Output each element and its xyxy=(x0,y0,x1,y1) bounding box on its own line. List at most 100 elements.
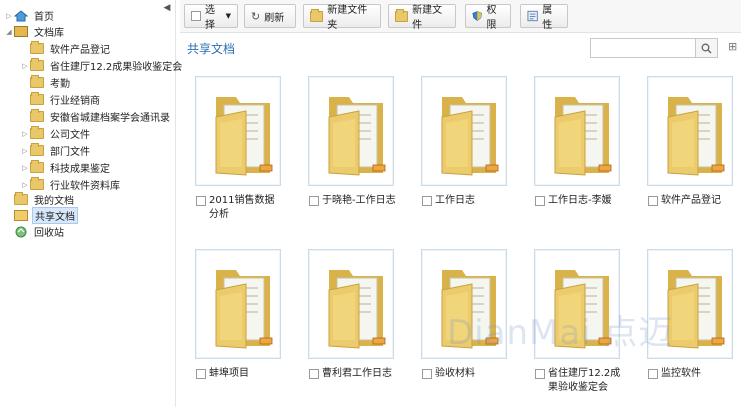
sidebar-item-home[interactable]: ▷ 首页 xyxy=(4,7,56,24)
folder-icon xyxy=(30,41,44,54)
sidebar-item-library[interactable]: ◢ 文档库 xyxy=(4,23,66,40)
file-tile[interactable]: 蚌埠项目 xyxy=(195,249,283,381)
sidebar-item-folder[interactable]: ▷ 省住建厅12.2成果验收鉴定会 xyxy=(20,57,184,74)
expand-arrow-icon[interactable]: ▷ xyxy=(4,12,14,20)
folder-icon xyxy=(30,109,44,122)
file-tile[interactable]: 工作日志-李媛 xyxy=(534,76,622,208)
folder-thumbnail[interactable] xyxy=(308,249,394,359)
sidebar-item-label: 首页 xyxy=(34,12,54,23)
new-folder-button[interactable]: 新建文件夹 xyxy=(303,4,381,31)
file-tile[interactable]: 于晓艳-工作日志 xyxy=(308,76,396,208)
sidebar-item-label: 科技成果鉴定 xyxy=(50,164,110,175)
refresh-icon: ↻ xyxy=(251,9,261,23)
sidebar-item-label: 考勤 xyxy=(50,79,70,90)
folder-icon xyxy=(30,75,44,88)
sidebar-item-label: 软件产品登记 xyxy=(50,45,110,56)
watermark: DianMai 点迈 xyxy=(447,313,674,353)
expand-arrow-icon[interactable]: ▷ xyxy=(20,164,30,172)
sidebar-item-folder[interactable]: ▷ 部门文件 xyxy=(20,142,92,159)
collapse-arrow-icon[interactable]: ◢ xyxy=(4,28,14,36)
sidebar-item-shared-docs[interactable]: 共享文档 xyxy=(14,207,78,224)
properties-icon xyxy=(527,10,538,22)
file-checkbox[interactable] xyxy=(648,196,658,206)
file-checkbox[interactable] xyxy=(422,196,432,206)
file-checkbox[interactable] xyxy=(196,369,206,379)
folder-thumbnail[interactable] xyxy=(195,249,281,359)
caret-down-icon: ▼ xyxy=(225,12,231,20)
sidebar-item-label: 行业软件资料库 xyxy=(50,181,120,192)
checkbox-icon xyxy=(191,11,201,21)
file-checkbox[interactable] xyxy=(309,369,319,379)
file-name: 于晓艳-工作日志 xyxy=(322,195,396,206)
file-tile[interactable]: 软件产品登记 xyxy=(647,76,735,208)
search-icon[interactable] xyxy=(695,39,717,57)
page-title: 共享文档 xyxy=(187,42,236,56)
sidebar-item-my-docs[interactable]: 我的文档 xyxy=(14,191,76,208)
folder-icon xyxy=(30,92,44,105)
sidebar-item-folder[interactable]: 行业经销商 xyxy=(20,91,102,108)
sidebar-item-folder[interactable]: 考勤 xyxy=(20,74,72,91)
file-tile[interactable]: 2011销售数据分析 xyxy=(195,76,283,222)
sidebar-item-folder[interactable]: 安徽省城建档案学会通讯录 xyxy=(20,108,172,125)
new-file-icon xyxy=(395,8,409,22)
new-file-label: 新建文件 xyxy=(412,5,443,31)
file-name: 曹利君工作日志 xyxy=(322,368,392,379)
home-icon xyxy=(14,9,28,21)
expand-arrow-icon[interactable]: ▷ xyxy=(20,62,30,70)
expand-arrow-icon[interactable]: ▷ xyxy=(20,147,30,155)
chevron-left-icon[interactable]: ◀ xyxy=(158,0,176,16)
sidebar-item-folder[interactable]: ▷ 科技成果鉴定 xyxy=(20,159,112,176)
folder-large-icon xyxy=(441,97,499,176)
sidebar-item-folder[interactable]: ▷ 公司文件 xyxy=(20,125,92,142)
file-name: 软件产品登记 xyxy=(661,195,721,206)
shield-icon xyxy=(472,11,483,21)
file-checkbox[interactable] xyxy=(648,369,658,379)
folder-icon xyxy=(30,160,44,173)
folder-large-icon xyxy=(328,97,386,176)
file-checkbox[interactable] xyxy=(535,369,545,379)
sidebar-item-recycle[interactable]: 回收站 xyxy=(14,223,66,240)
sidebar-item-label: 我的文档 xyxy=(34,196,74,207)
permission-label: 权限 xyxy=(486,5,497,31)
sidebar: ◀ ▷ 首页 ◢ 文档库 软件产品登记 ▷ 省住建厅12.2成果验收鉴定会 考勤… xyxy=(0,0,182,407)
file-name: 工作日志 xyxy=(435,195,475,206)
refresh-label: 刷新 xyxy=(264,12,285,24)
grid-view-icon[interactable]: ⊞ xyxy=(728,40,737,53)
folder-thumbnail[interactable] xyxy=(195,76,281,186)
expand-arrow-icon[interactable]: ▷ xyxy=(20,130,30,138)
shared-docs-icon xyxy=(14,210,28,221)
folder-icon xyxy=(30,58,44,71)
search-input[interactable] xyxy=(591,39,695,57)
my-docs-icon xyxy=(14,192,28,205)
properties-button[interactable]: 属性 xyxy=(520,4,568,31)
properties-label: 属性 xyxy=(542,5,553,31)
app-window: ◀ ▷ 首页 ◢ 文档库 软件产品登记 ▷ 省住建厅12.2成果验收鉴定会 考勤… xyxy=(0,0,741,407)
folder-large-icon xyxy=(667,97,725,176)
file-name: 工作日志-李媛 xyxy=(548,195,612,206)
refresh-button[interactable]: ↻ 刷新 xyxy=(244,4,296,28)
file-checkbox[interactable] xyxy=(535,196,545,206)
file-tile[interactable]: 工作日志 xyxy=(421,76,509,208)
folder-large-icon xyxy=(554,97,612,176)
file-name: 省住建厅12.2成果验收鉴定会 xyxy=(548,368,621,393)
file-checkbox[interactable] xyxy=(309,196,319,206)
folder-large-icon xyxy=(215,270,273,349)
new-file-button[interactable]: 新建文件 xyxy=(388,4,456,31)
file-checkbox[interactable] xyxy=(422,369,432,379)
sidebar-item-label: 回收站 xyxy=(34,228,64,239)
folder-thumbnail[interactable] xyxy=(421,76,507,186)
select-button[interactable]: 选择 ▼ xyxy=(184,4,238,31)
folder-thumbnail[interactable] xyxy=(534,76,620,186)
toolbar: 选择 ▼ ↻ 刷新 新建文件夹 新建文件 权限 属性 xyxy=(180,0,741,33)
file-tile[interactable]: 曹利君工作日志 xyxy=(308,249,396,381)
sidebar-item-folder[interactable]: 软件产品登记 xyxy=(20,40,112,57)
permission-button[interactable]: 权限 xyxy=(465,4,511,31)
sidebar-item-label: 部门文件 xyxy=(50,147,90,158)
sidebar-item-label: 行业经销商 xyxy=(50,96,100,107)
folder-large-icon xyxy=(215,97,273,176)
folder-thumbnail[interactable] xyxy=(308,76,394,186)
library-icon xyxy=(14,26,28,37)
folder-thumbnail[interactable] xyxy=(647,76,733,186)
file-checkbox[interactable] xyxy=(196,196,206,206)
expand-arrow-icon[interactable]: ▷ xyxy=(20,181,30,189)
